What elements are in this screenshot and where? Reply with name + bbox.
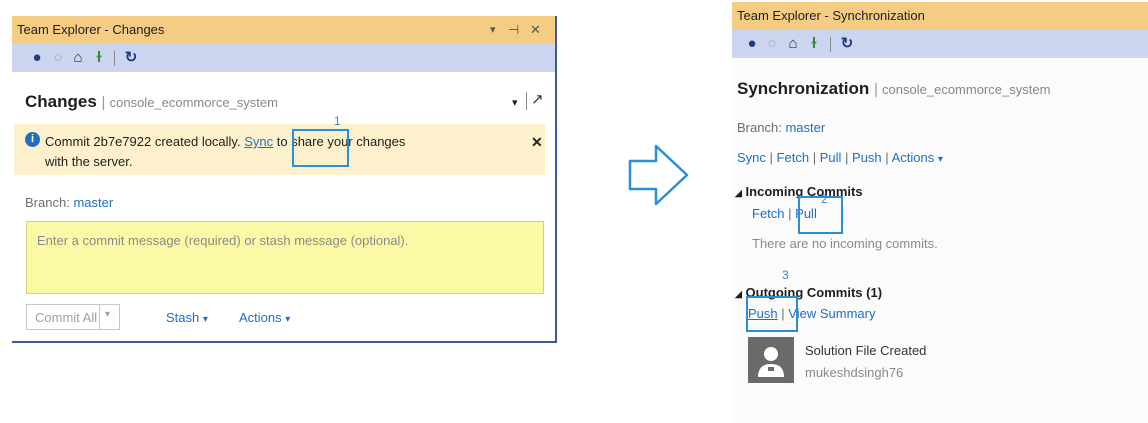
step-marker-3: 3 [782, 268, 789, 282]
forward-icon[interactable]: ○ [763, 35, 781, 53]
avatar [748, 337, 794, 383]
push-highlight [746, 296, 798, 332]
branch-label: Branch: [737, 120, 782, 135]
repo-name: console_ecommorce_system [109, 95, 278, 110]
forward-icon[interactable]: ○ [49, 49, 67, 67]
collapse-triangle-icon[interactable]: ◢ [735, 188, 742, 198]
toolbar: ● ○ ⌂ ɫ ↻ [12, 44, 555, 72]
notice-close-icon[interactable]: ✕ [531, 134, 543, 151]
chevron-down-icon: ▾ [937, 154, 943, 165]
user-icon [758, 347, 784, 377]
pull-link[interactable]: Pull [820, 150, 842, 165]
panel-title-bar: Team Explorer - Synchronization [732, 2, 1148, 30]
step-marker-1: 1 [334, 114, 341, 128]
page-dropdown-icon[interactable]: ▾ [512, 96, 518, 109]
refresh-icon[interactable]: ↻ [838, 35, 856, 53]
commit-author: mukeshdsingh76 [805, 365, 904, 380]
close-icon[interactable]: ✕ [530, 16, 541, 44]
commit-all-button[interactable]: Commit All ▾ [26, 304, 120, 330]
team-explorer-changes-panel: Team Explorer - Changes ▾ ⊣ ✕ ● ○ ⌂ ɫ ↻ … [12, 16, 557, 343]
branch-label: Branch: [25, 195, 70, 210]
team-explorer-sync-panel: Team Explorer - Synchronization ● ○ ⌂ ɫ … [732, 2, 1148, 423]
nav-separator: | [788, 206, 792, 221]
pull-highlight [798, 196, 843, 234]
refresh-icon[interactable]: ↻ [122, 49, 140, 67]
outgoing-commit-item[interactable]: Solution File Created mukeshdsingh76 [748, 337, 1128, 387]
info-icon: i [25, 132, 40, 147]
branch-row: Branch: master [25, 195, 113, 210]
panel-title-bar: Team Explorer - Changes ▾ ⊣ ✕ [12, 16, 555, 44]
branch-link[interactable]: master [785, 120, 825, 135]
page-header: Synchronization | console_ecommorce_syst… [737, 79, 1050, 99]
sync-link[interactable]: Sync [737, 150, 766, 165]
chevron-down-icon[interactable]: ▾ [105, 309, 110, 320]
toolbar: ● ○ ⌂ ɫ ↻ [732, 30, 1148, 58]
commit-message-placeholder: Enter a commit message (required) or sta… [37, 233, 409, 248]
toolbar-separator [114, 51, 115, 66]
actions-link[interactable]: Actions [892, 150, 935, 165]
repo-name: console_ecommorce_system [882, 82, 1051, 97]
stash-menu[interactable]: Stash ▾ [166, 310, 208, 325]
back-icon[interactable]: ● [28, 49, 46, 67]
nav-separator: | [885, 150, 889, 165]
chevron-down-icon: ▾ [202, 314, 208, 325]
pin-icon[interactable]: ⊣ [508, 16, 519, 44]
branch-link[interactable]: master [73, 195, 113, 210]
collapse-triangle-icon[interactable]: ◢ [735, 289, 742, 299]
commit-title: Solution File Created [805, 343, 927, 358]
incoming-fetch-link[interactable]: Fetch [752, 206, 785, 221]
incoming-empty-message: There are no incoming commits. [752, 236, 938, 251]
panel-title: Team Explorer - Changes [17, 22, 165, 37]
sync-link[interactable]: Sync [244, 134, 273, 149]
header-divider: | [873, 81, 883, 98]
fetch-link[interactable]: Fetch [777, 150, 810, 165]
sync-highlight [292, 129, 349, 167]
page-title: Synchronization [737, 79, 870, 98]
page-header: Changes | console_ecommorce_system [25, 92, 278, 112]
nav-separator: | [769, 150, 773, 165]
arrow-right-icon [628, 144, 689, 206]
dropdown-icon[interactable]: ▾ [490, 16, 496, 44]
nav-separator: | [812, 150, 817, 165]
home-icon[interactable]: ⌂ [784, 35, 802, 53]
branch-row: Branch: master [737, 120, 825, 135]
commit-all-divider [99, 305, 100, 329]
notice-text: Commit 2b7e7922 created locally. [45, 134, 241, 149]
back-icon[interactable]: ● [743, 35, 761, 53]
push-link[interactable]: Push [852, 150, 882, 165]
panel-title: Team Explorer - Synchronization [737, 8, 925, 23]
connect-icon[interactable]: ɫ [90, 49, 108, 67]
home-icon[interactable]: ⌂ [69, 49, 87, 67]
notice-text-line2: with the server. [45, 154, 133, 169]
actions-menu[interactable]: Actions ▾ [239, 310, 290, 325]
toolbar-separator [830, 37, 831, 52]
notice-bar: i Commit 2b7e7922 created locally. Sync … [14, 124, 545, 175]
page-title: Changes [25, 92, 97, 111]
view-summary-link[interactable]: View Summary [788, 306, 875, 321]
undock-icon[interactable]: ↗ [531, 90, 544, 108]
header-divider-line [526, 92, 527, 110]
sync-nav: Sync | Fetch | Pull | Push | Actions ▾ [737, 150, 943, 165]
nav-separator: | [845, 150, 849, 165]
commit-all-label: Commit All [35, 310, 98, 325]
actions-link[interactable]: Actions [239, 310, 282, 325]
header-divider: | [101, 94, 110, 111]
connect-icon[interactable]: ɫ [805, 35, 823, 53]
stash-link[interactable]: Stash [166, 310, 199, 325]
chevron-down-icon: ▾ [285, 314, 291, 325]
commit-message-input[interactable]: Enter a commit message (required) or sta… [26, 221, 544, 294]
